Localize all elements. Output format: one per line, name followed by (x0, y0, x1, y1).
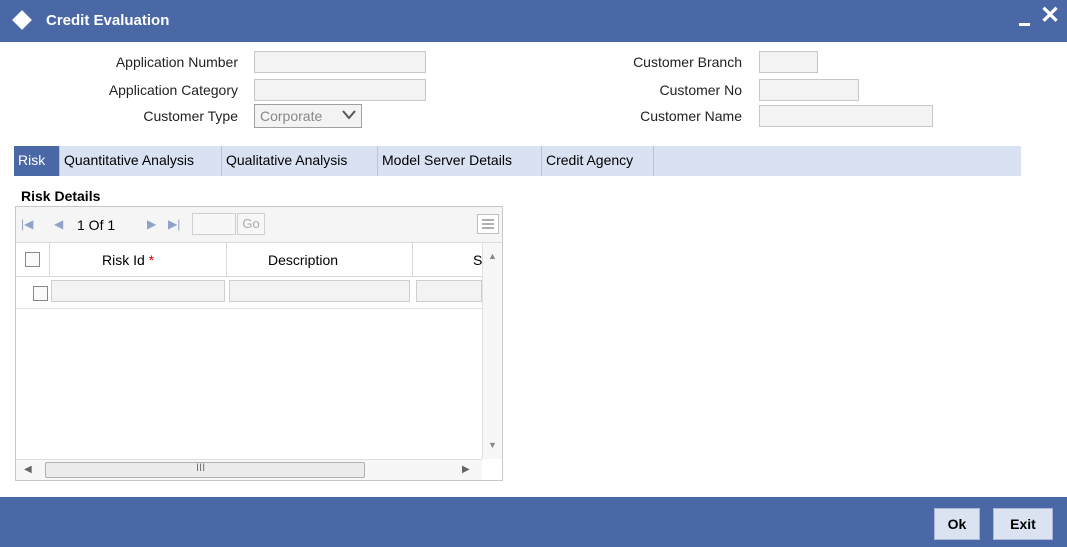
select-all-checkbox[interactable] (25, 252, 40, 267)
risk-details-grid: |◀ ◀ 1 Of 1 ▶ ▶| Go Risk Id * Descriptio… (15, 206, 503, 481)
row-checkbox[interactable] (33, 286, 48, 301)
description-cell-input[interactable] (229, 280, 410, 302)
customer-type-value: Corporate (260, 108, 323, 124)
window-title: Credit Evaluation (46, 12, 170, 29)
horizontal-scroll-thumb[interactable]: III (45, 462, 365, 478)
window-diamond-icon (12, 10, 32, 30)
customer-type-select[interactable]: Corporate (254, 104, 362, 128)
scroll-up-icon[interactable]: ▲ (488, 251, 497, 261)
tab-model-server-details[interactable]: Model Server Details (378, 146, 542, 176)
risk-id-cell-input[interactable] (51, 280, 225, 302)
vertical-scrollbar[interactable]: ▲ ▼ (482, 243, 502, 459)
next-page-icon[interactable]: ▶ (147, 217, 156, 231)
first-page-icon[interactable]: |◀ (21, 217, 33, 231)
go-button[interactable]: Go (237, 213, 265, 235)
horizontal-scrollbar[interactable]: ◀ III ▶ (16, 459, 482, 480)
application-number-label: Application Number (115, 54, 238, 70)
column-header-description[interactable]: Description (268, 252, 338, 268)
tab-quantitative-analysis[interactable]: Quantitative Analysis (60, 146, 222, 176)
close-icon[interactable]: ✕ (1040, 2, 1060, 30)
grid-pager: |◀ ◀ 1 Of 1 ▶ ▶| Go (16, 207, 502, 243)
column-header-s[interactable]: S (473, 252, 482, 268)
scroll-right-icon[interactable]: ▶ (462, 464, 470, 475)
page-number-input[interactable] (192, 213, 236, 235)
exit-button[interactable]: Exit (993, 508, 1053, 540)
scroll-down-icon[interactable]: ▼ (488, 440, 497, 450)
grid-header-row: Risk Id * Description S (16, 243, 482, 277)
prev-page-icon[interactable]: ◀ (54, 217, 63, 231)
customer-type-label: Customer Type (143, 108, 238, 124)
risk-details-title: Risk Details (21, 188, 101, 204)
tab-risk[interactable]: Risk (14, 146, 60, 176)
tab-qualitative-analysis[interactable]: Qualitative Analysis (222, 146, 378, 176)
window-titlebar: Credit Evaluation ✕ (0, 0, 1067, 42)
required-marker: * (148, 252, 155, 268)
customer-no-input[interactable] (759, 79, 859, 101)
scroll-left-icon[interactable]: ◀ (24, 464, 32, 475)
customer-name-label: Customer Name (640, 108, 742, 124)
customer-no-label: Customer No (659, 82, 742, 98)
application-number-input[interactable] (254, 51, 426, 73)
tab-credit-agency[interactable]: Credit Agency (542, 146, 654, 176)
customer-branch-label: Customer Branch (633, 54, 742, 70)
grid-settings-icon[interactable] (477, 214, 499, 234)
scroll-grip: III (196, 462, 206, 474)
minimize-icon[interactable] (1017, 6, 1033, 30)
pager-text: 1 Of 1 (77, 217, 116, 233)
chevron-down-icon (342, 110, 356, 120)
table-row (16, 277, 482, 309)
customer-branch-input[interactable] (759, 51, 818, 73)
tab-bar: Risk Quantitative Analysis Qualitative A… (14, 146, 1021, 176)
column-header-risk-id[interactable]: Risk Id * (102, 252, 154, 268)
customer-name-input[interactable] (759, 105, 933, 127)
application-category-input[interactable] (254, 79, 426, 101)
s-cell-input[interactable] (416, 280, 482, 302)
ok-button[interactable]: Ok (934, 508, 980, 540)
last-page-icon[interactable]: ▶| (168, 217, 180, 231)
risk-id-header-label: Risk Id (102, 252, 145, 268)
application-category-label: Application Category (108, 82, 238, 98)
footer-bar: Ok Exit (0, 497, 1067, 547)
